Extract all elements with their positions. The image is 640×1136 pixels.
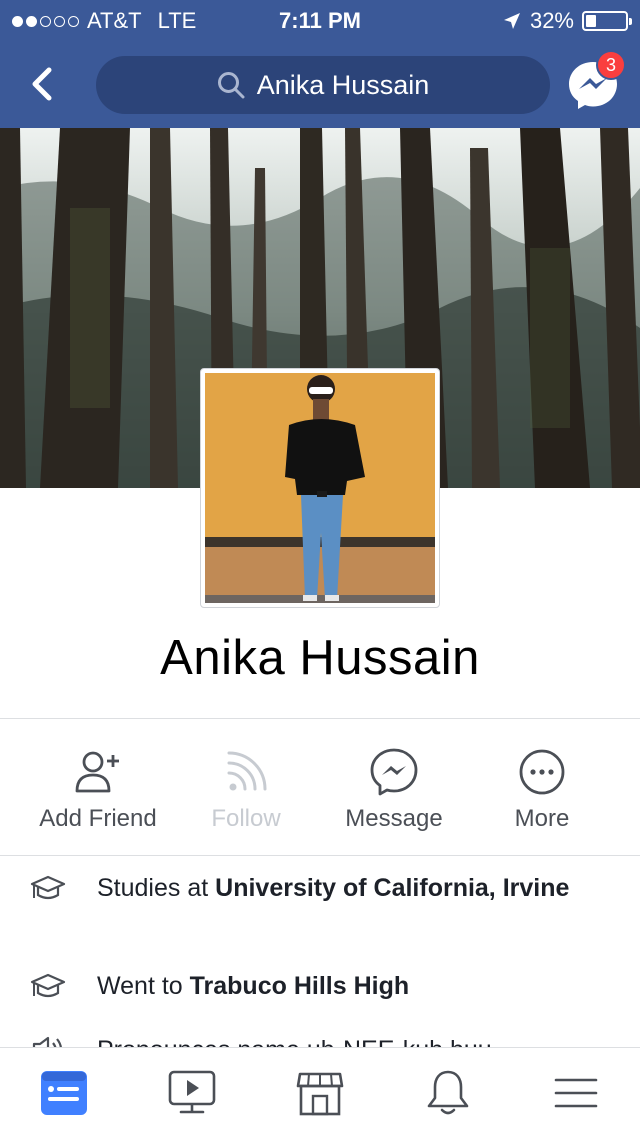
profile-picture[interactable] — [200, 368, 440, 608]
status-right: 32% — [502, 8, 632, 34]
graduation-cap-icon — [30, 973, 66, 998]
battery-icon — [582, 11, 632, 31]
bell-icon — [427, 1070, 469, 1114]
about-text-pronunciation: Pronounces name uh-NEE-kuh huu — [97, 1034, 597, 1048]
divider — [0, 855, 640, 856]
news-feed-icon — [41, 1070, 87, 1115]
location-arrow-icon — [503, 13, 520, 29]
battery-percent: 32% — [529, 8, 574, 33]
message-button[interactable]: Message — [314, 719, 474, 855]
school-link[interactable]: Trabuco Hills High — [190, 972, 409, 1000]
more-label: More — [514, 805, 570, 832]
add-friend-label: Add Friend — [39, 805, 157, 832]
school-link[interactable]: University of California, Irvine — [215, 874, 569, 902]
back-button[interactable] — [20, 60, 64, 108]
about-row-pronunciation[interactable]: Pronounces name uh-NEE-kuh huu — [0, 1034, 640, 1048]
bottom-tab-bar — [0, 1047, 640, 1136]
about-row-highschool[interactable]: Went to Trabuco Hills High — [0, 970, 640, 1010]
profile-name: Anika Hussain — [160, 631, 480, 685]
hamburger-menu-icon — [554, 1078, 598, 1107]
messenger-outline-icon — [370, 748, 418, 796]
graduation-cap-icon — [30, 875, 66, 900]
message-label: Message — [345, 805, 443, 832]
watch-video-icon — [168, 1070, 216, 1113]
about-text-highschool: Went to Trabuco Hills High — [97, 970, 597, 1003]
about-prefix: Studies at — [97, 874, 216, 902]
about-prefix: Went to — [97, 972, 190, 1000]
watch-tab[interactable] — [128, 1048, 256, 1136]
marketplace-icon — [296, 1072, 344, 1115]
profile-screen: AT&T LTE 7:11 PM 32% Anika Hussain 3 Ani… — [0, 0, 640, 1136]
follow-button[interactable]: Follow — [166, 719, 326, 855]
messenger-badge: 3 — [596, 50, 626, 80]
status-bar: AT&T LTE 7:11 PM 32% — [0, 0, 640, 40]
notifications-tab[interactable] — [384, 1048, 512, 1136]
nav-bar: Anika Hussain 3 — [0, 40, 640, 128]
follow-label: Follow — [211, 805, 281, 832]
profile-actions: Add Friend Follow Message More — [0, 719, 640, 855]
about-row-education[interactable]: Studies at University of California, Irv… — [0, 872, 640, 942]
chevron-left-icon — [32, 67, 52, 101]
marketplace-tab[interactable] — [256, 1048, 384, 1136]
news-feed-tab[interactable] — [0, 1048, 128, 1136]
about-text-education: Studies at University of California, Irv… — [97, 872, 597, 905]
menu-tab[interactable] — [512, 1048, 640, 1136]
more-dots-icon — [519, 749, 565, 795]
follow-feed-icon — [227, 751, 267, 791]
speaker-icon — [32, 1036, 63, 1048]
search-text: Anika Hussain — [256, 69, 430, 100]
add-friend-button[interactable]: Add Friend — [18, 719, 178, 855]
add-friend-icon — [75, 751, 119, 793]
profile-photo-image — [205, 373, 435, 603]
more-button[interactable]: More — [462, 719, 622, 855]
search-input[interactable]: Anika Hussain — [96, 56, 550, 114]
search-icon — [217, 72, 245, 99]
